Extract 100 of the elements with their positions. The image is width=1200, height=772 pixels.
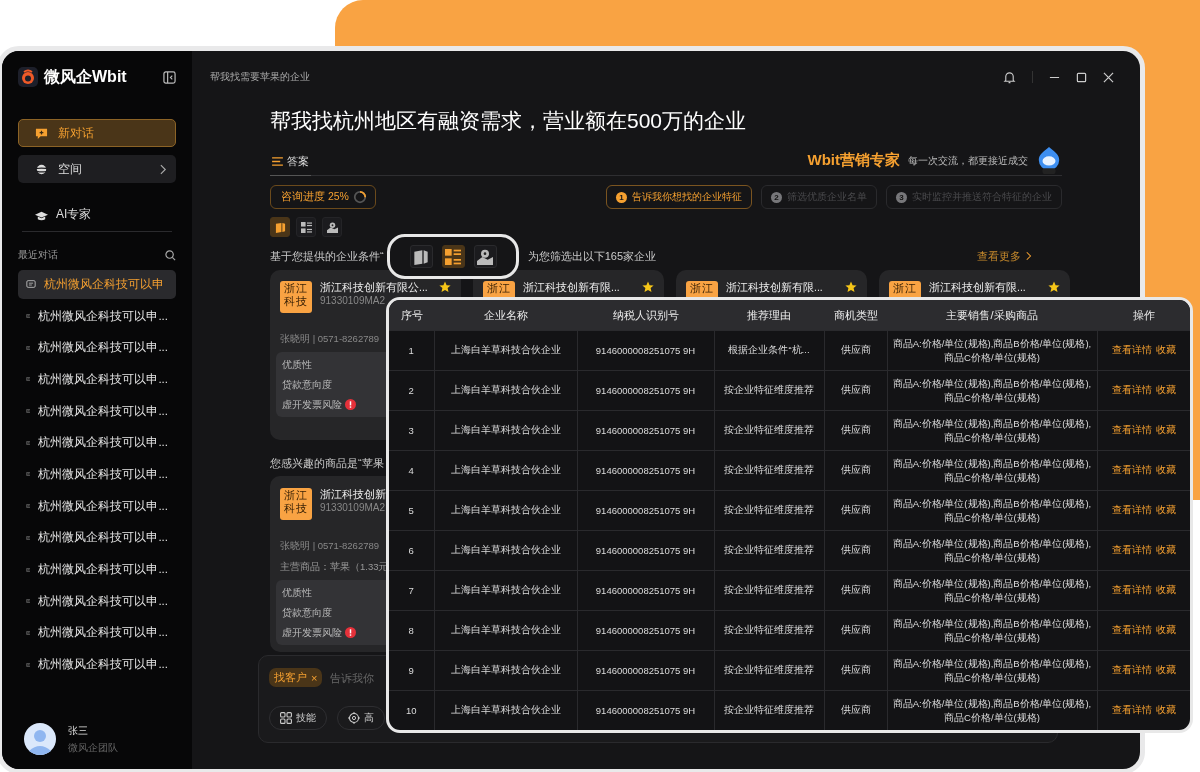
star-icon[interactable]	[845, 281, 857, 293]
interest-intro: 您感兴趣的商品是“苹果	[270, 456, 384, 471]
view-toggle[interactable]	[322, 217, 342, 237]
conversation-item[interactable]: 杭州微风企科技可以申	[18, 270, 176, 299]
company-name: 浙江科技创新有限...	[523, 281, 620, 293]
action-link[interactable]: 收藏	[1155, 424, 1176, 435]
company-code: 91330109MA2	[320, 502, 386, 513]
conversation-item[interactable]: 杭州微风企科技可以申...	[18, 650, 176, 679]
table-cell: 商品A:价格/单位(规格),商品B价格/单位(规格),商品C价格/单位(规格)	[887, 570, 1097, 611]
warning-icon	[345, 399, 356, 410]
action-link[interactable]: 收藏	[1155, 584, 1176, 595]
company-code: 91330109MA2	[320, 295, 386, 306]
table-cell: 供应商	[824, 610, 887, 651]
slogan: 每一次交流，都更接近成交	[908, 155, 1028, 168]
conversation-item[interactable]: 杭州微风企科技可以申...	[18, 396, 176, 426]
view-toggle[interactable]	[473, 245, 497, 268]
contact-text: 张晓明 | 0571-8262789	[280, 333, 380, 346]
table-cell: 9146000008251075 9H	[577, 410, 714, 451]
progress-ring	[352, 190, 367, 204]
table-cell: 按企业特征维度推荐	[714, 370, 824, 411]
table-cell: 按企业特征维度推荐	[714, 410, 824, 451]
action-link[interactable]: 查看详情	[1111, 624, 1152, 635]
chip-label: 找客户	[274, 670, 307, 685]
company-name: 浙江科技创新有限公...	[320, 281, 428, 293]
contact-text: 张晓明 | 0571-8262789	[280, 540, 380, 553]
conversation-item[interactable]: 杭州微风企科技可以申...	[18, 618, 176, 648]
table-cell: 9	[389, 650, 434, 691]
star-icon[interactable]	[439, 281, 451, 293]
planet-icon	[35, 162, 48, 176]
answer-tab[interactable]: 答案	[270, 154, 311, 176]
conversation-item[interactable]: 杭州微风企科技可以申...	[18, 555, 176, 584]
table-cell: 4	[389, 450, 434, 491]
action-link[interactable]: 查看详情	[1111, 664, 1152, 675]
view-toggle[interactable]	[296, 217, 316, 237]
conversation-item[interactable]: 杭州微风企科技可以申...	[18, 523, 176, 553]
conversation-item[interactable]: 杭州微风企科技可以申...	[18, 460, 176, 489]
table-cell: 供应商	[824, 490, 887, 531]
action-link[interactable]: 查看详情	[1111, 384, 1152, 395]
action-link[interactable]: 收藏	[1155, 504, 1176, 515]
conversation-title: 帮我找需要苹果的企业	[210, 70, 310, 84]
view-toggle[interactable]	[441, 245, 465, 268]
step-number: 2	[771, 191, 782, 203]
action-link[interactable]: 收藏	[1155, 704, 1176, 715]
table-cell: 商品A:价格/单位(规格),商品B价格/单位(规格),商品C价格/单位(规格)	[887, 650, 1097, 691]
action-link[interactable]: 收藏	[1155, 664, 1176, 675]
step-pill[interactable]: 1 告诉我你想找的企业特征	[606, 185, 752, 209]
conversation-item[interactable]: 杭州微风企科技可以申...	[18, 365, 176, 394]
nav-item[interactable]: 空间	[18, 155, 176, 183]
chip-remove-button[interactable]: ×	[311, 671, 318, 684]
action-link[interactable]: 查看详情	[1111, 464, 1152, 475]
nav-item[interactable]: 新对话	[18, 119, 176, 147]
action-link[interactable]: 收藏	[1155, 384, 1176, 395]
action-link[interactable]: 收藏	[1155, 464, 1176, 475]
column-header: 商机类型	[824, 300, 887, 331]
close-icon[interactable]	[1103, 71, 1114, 83]
list-icon	[445, 248, 461, 265]
nav-item[interactable]: AI专家	[18, 191, 176, 225]
skill-chip[interactable]: 找客户 ×	[269, 668, 323, 687]
table-cell: 商品A:价格/单位(规格),商品B价格/单位(规格),商品C价格/单位(规格)	[887, 610, 1097, 651]
column-header: 序号	[389, 300, 434, 331]
book-icon	[413, 248, 429, 265]
column-header: 主要销售/采购商品	[887, 300, 1097, 331]
avatar-icon	[24, 723, 56, 755]
table-cell: 9146000008251075 9H	[577, 570, 714, 611]
step-number: 3	[896, 191, 907, 203]
action-link[interactable]: 查看详情	[1111, 344, 1152, 355]
table-cell: 按企业特征维度推荐	[714, 610, 824, 651]
conversation-item[interactable]: 杭州微风企科技可以申...	[18, 428, 176, 458]
column-header: 纳税人识别号	[577, 300, 714, 331]
metric-label: 虚开发票风险	[282, 625, 342, 640]
table-cell: 供应商	[824, 450, 887, 491]
action-link[interactable]: 收藏	[1155, 344, 1176, 355]
action-link[interactable]: 收藏	[1155, 544, 1176, 555]
company-logo-badge: 浙江 科技	[280, 281, 312, 313]
table-cell: 9146000008251075 9H	[577, 370, 714, 411]
table-cell: 上海白羊草科技合伙企业	[434, 610, 577, 651]
bell-icon[interactable]	[1003, 70, 1016, 84]
search-icon[interactable]	[165, 249, 176, 261]
action-link[interactable]: 查看详情	[1111, 704, 1152, 715]
action-link[interactable]: 收藏	[1155, 624, 1176, 635]
star-icon[interactable]	[1048, 281, 1060, 293]
action-link[interactable]: 查看详情	[1111, 504, 1152, 515]
action-link[interactable]: 查看详情	[1111, 544, 1152, 555]
conversation-item[interactable]: 杭州微风企科技可以申...	[18, 586, 176, 616]
sidebar-toggle-icon[interactable]	[163, 70, 176, 84]
view-more-link[interactable]: 查看更多	[977, 248, 1032, 264]
maximize-icon[interactable]	[1076, 71, 1087, 83]
view-toggle[interactable]	[270, 217, 290, 237]
action-link[interactable]: 查看详情	[1111, 584, 1152, 595]
table-cell: 商品A:价格/单位(规格),商品B价格/单位(规格),商品C价格/单位(规格)	[887, 450, 1097, 491]
action-link[interactable]: 查看详情	[1111, 424, 1152, 435]
conversation-item[interactable]: 杭州微风企科技可以申...	[18, 333, 176, 363]
view-toggle[interactable]	[409, 245, 433, 268]
table-cell: 按企业特征维度推荐	[714, 490, 824, 531]
table-cell: 商品A:价格/单位(规格),商品B价格/单位(规格),商品C价格/单位(规格)	[887, 490, 1097, 531]
conversation-item[interactable]: 杭州微风企科技可以申...	[18, 301, 176, 331]
star-icon[interactable]	[642, 281, 654, 293]
grid-icon	[280, 712, 292, 724]
conversation-item[interactable]: 杭州微风企科技可以申...	[18, 491, 176, 521]
team-name: 微风企团队	[68, 740, 118, 755]
